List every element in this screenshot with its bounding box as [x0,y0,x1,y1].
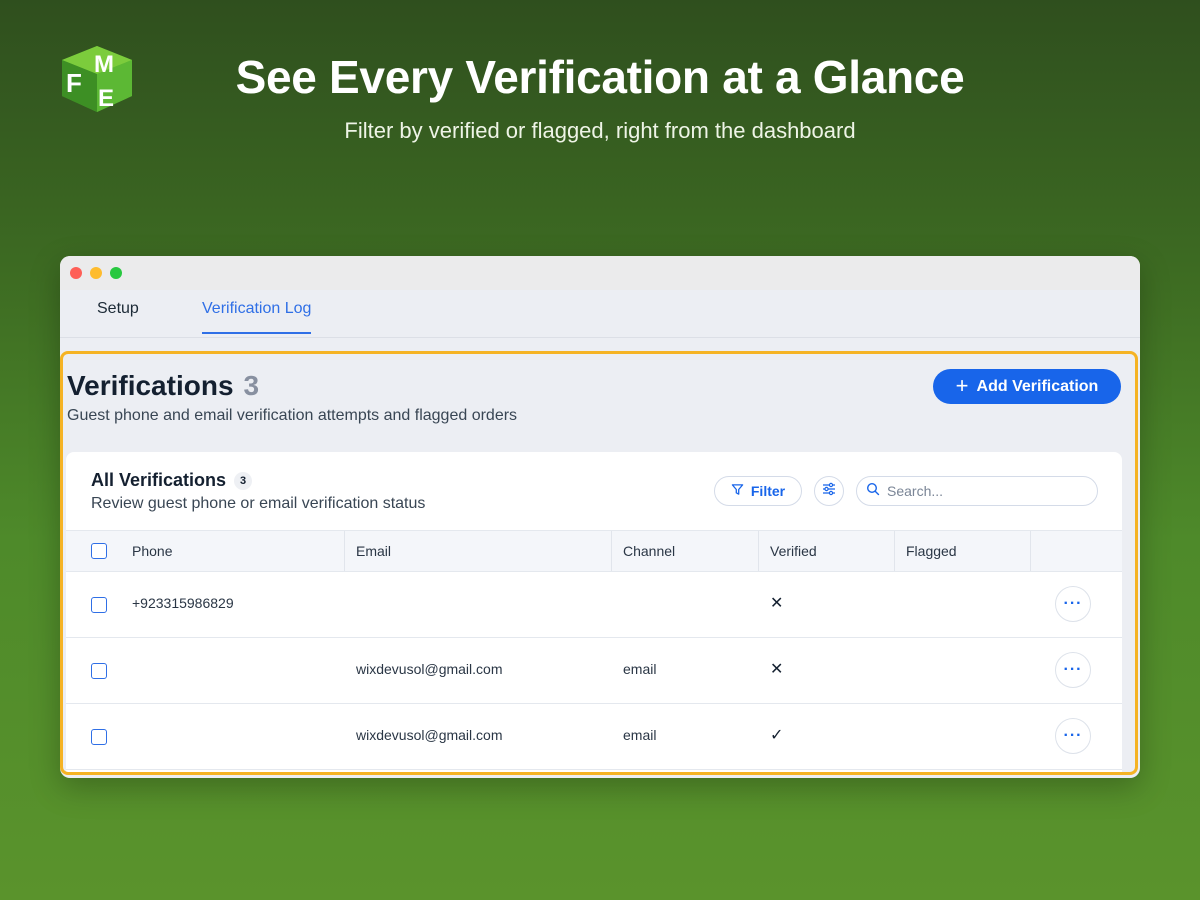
row-more-actions-button[interactable]: ··· [1055,718,1091,754]
cell-verified-icon: ✓ [770,727,784,744]
maximize-window-dot[interactable] [110,267,122,279]
column-header-channel[interactable]: Channel [623,543,675,559]
more-dots-icon: ··· [1063,661,1083,678]
add-verification-label: Add Verification [976,377,1099,395]
column-header-phone[interactable]: Phone [132,543,172,559]
select-all-checkbox[interactable] [91,543,107,559]
search-icon [866,482,880,501]
cell-channel: email [623,661,657,677]
minimize-window-dot[interactable] [90,267,102,279]
cell-email: wixdevusol@gmail.com [356,727,503,743]
column-settings-button[interactable] [814,476,844,506]
column-divider[interactable] [894,531,895,571]
tab-bar: Setup Verification Log [60,290,1140,338]
page-description: Guest phone and email verification attem… [67,407,518,424]
row-checkbox[interactable] [91,663,107,679]
cell-phone: +923315986829 [132,595,234,611]
more-dots-icon: ··· [1063,595,1083,612]
window-titlebar [60,256,1140,290]
more-dots-icon: ··· [1063,727,1083,744]
column-divider[interactable] [758,531,759,571]
cell-verified-icon: ✕ [770,595,784,612]
search-box [856,476,1098,506]
tab-setup[interactable]: Setup [97,300,139,332]
column-divider[interactable] [611,531,612,571]
filter-button[interactable]: Filter [714,476,802,506]
close-window-dot[interactable] [70,267,82,279]
page-title: Verifications 3 [67,370,259,402]
sliders-icon [822,482,836,501]
plus-icon: + [955,372,969,398]
table-row[interactable]: wixdevusol@gmail.com email ✕ ··· [66,638,1122,704]
table-row[interactable]: wixdevusol@gmail.com email ✓ ··· [66,704,1122,770]
cell-channel: email [623,727,657,743]
add-verification-button[interactable]: + Add Verification [933,369,1121,404]
page-title-count: 3 [243,370,260,401]
column-divider[interactable] [344,531,345,571]
count-badge: 3 [234,472,253,490]
filter-label: Filter [750,483,786,499]
row-checkbox[interactable] [91,597,107,613]
card-description: Review guest phone or email verification… [91,495,426,512]
column-divider[interactable] [1030,531,1031,571]
hero-title: See Every Verification at a Glance [235,51,965,103]
filter-icon [731,483,744,499]
cell-email: wixdevusol@gmail.com [356,661,503,677]
table-header: Phone Email Channel Verified Flagged [66,530,1122,572]
row-more-actions-button[interactable]: ··· [1055,586,1091,622]
card-title-text: All Verifications [91,470,227,490]
page-title-text: Verifications [67,370,234,401]
row-checkbox[interactable] [91,729,107,745]
column-header-email[interactable]: Email [356,543,391,559]
table-row[interactable]: +923315986829 ✕ ··· [66,572,1122,638]
row-more-actions-button[interactable]: ··· [1055,652,1091,688]
column-header-flagged[interactable]: Flagged [906,543,957,559]
hero-subtitle: Filter by verified or flagged, right fro… [344,118,856,143]
column-header-verified[interactable]: Verified [770,543,817,559]
verifications-card: All Verifications 3 Review guest phone or… [66,452,1122,774]
tab-verification-log[interactable]: Verification Log [202,300,312,334]
cell-verified-icon: ✕ [770,661,784,678]
card-title: All Verifications 3 [91,470,253,491]
search-input[interactable] [887,483,1077,499]
app-window: Setup Verification Log Verifications 3 Gu… [60,256,1140,778]
